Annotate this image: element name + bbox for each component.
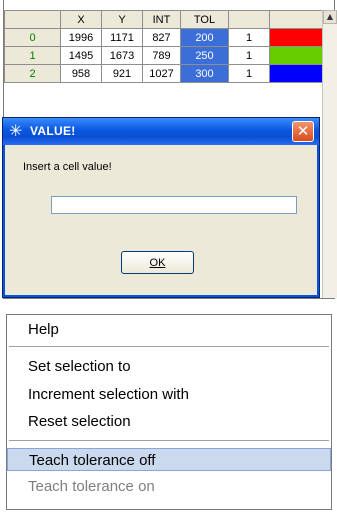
cell-y[interactable]: 921 bbox=[101, 64, 143, 83]
ok-button-label: OK bbox=[149, 256, 166, 269]
cell-color[interactable] bbox=[269, 46, 323, 65]
dialog-body: Insert a cell value! OK bbox=[6, 145, 316, 295]
context-menu: Help Set selection to Increment selectio… bbox=[6, 314, 332, 510]
scroll-up-icon[interactable]: ▲ bbox=[323, 10, 337, 24]
color-swatch bbox=[270, 29, 322, 46]
row-index[interactable]: 1 bbox=[4, 46, 61, 65]
menu-item-increment-selection[interactable]: Increment selection with bbox=[7, 383, 331, 406]
row-index[interactable]: 0 bbox=[4, 28, 61, 47]
menu-separator bbox=[9, 346, 329, 347]
menu-item-reset-selection[interactable]: Reset selection bbox=[7, 410, 331, 433]
menu-item-help[interactable]: Help bbox=[7, 318, 331, 341]
cell-color[interactable] bbox=[269, 64, 323, 83]
cell-int[interactable]: 827 bbox=[142, 28, 181, 47]
cell-tol[interactable]: 300 bbox=[180, 64, 229, 83]
header-cell-y[interactable]: Y bbox=[101, 10, 143, 29]
grid-header-row: X Y INT TOL bbox=[4, 10, 323, 29]
table-row[interactable]: 2 958 921 1027 300 1 bbox=[4, 64, 323, 83]
data-grid: X Y INT TOL 0 1996 1171 827 200 1 1 1495… bbox=[4, 10, 323, 83]
menu-item-teach-tolerance-off[interactable]: Teach tolerance off bbox=[7, 448, 331, 471]
cell-y[interactable]: 1171 bbox=[101, 28, 143, 47]
cell-x[interactable]: 1996 bbox=[60, 28, 102, 47]
header-cell-int[interactable]: INT bbox=[142, 10, 181, 29]
header-cell-index bbox=[4, 10, 61, 29]
menu-item-set-selection[interactable]: Set selection to bbox=[7, 355, 331, 378]
color-swatch bbox=[270, 47, 322, 64]
value-dialog: ✳ VALUE! ✕ Insert a cell value! OK bbox=[2, 117, 320, 298]
grid-panel: X Y INT TOL 0 1996 1171 827 200 1 1 1495… bbox=[0, 0, 337, 300]
cell-tol[interactable]: 200 bbox=[180, 28, 229, 47]
cell-tol[interactable]: 250 bbox=[180, 46, 229, 65]
cell-x[interactable]: 1495 bbox=[60, 46, 102, 65]
dialog-titlebar[interactable]: ✳ VALUE! ✕ bbox=[3, 118, 319, 145]
menu-item-teach-tolerance-on: Teach tolerance on bbox=[28, 478, 155, 495]
header-cell-color[interactable] bbox=[269, 10, 323, 29]
header-cell-tol[interactable]: TOL bbox=[180, 10, 229, 29]
dialog-prompt: Insert a cell value! bbox=[23, 161, 112, 173]
cell-color[interactable] bbox=[269, 28, 323, 47]
cell-int[interactable]: 789 bbox=[142, 46, 181, 65]
header-cell-x[interactable]: X bbox=[60, 10, 102, 29]
app-icon: ✳ bbox=[9, 121, 23, 140]
table-row[interactable]: 1 1495 1673 789 250 1 bbox=[4, 46, 323, 65]
ok-button[interactable]: OK bbox=[121, 251, 194, 274]
cell-6[interactable]: 1 bbox=[228, 28, 270, 47]
cell-6[interactable]: 1 bbox=[228, 46, 270, 65]
close-icon[interactable]: ✕ bbox=[292, 121, 314, 142]
cell-x[interactable]: 958 bbox=[60, 64, 102, 83]
cell-int[interactable]: 1027 bbox=[142, 64, 181, 83]
cell-y[interactable]: 1673 bbox=[101, 46, 143, 65]
color-swatch bbox=[270, 65, 322, 82]
grid-scrollbar[interactable]: ▲ bbox=[322, 10, 337, 298]
value-input[interactable] bbox=[51, 196, 297, 214]
menu-separator bbox=[9, 440, 329, 441]
table-row[interactable]: 0 1996 1171 827 200 1 bbox=[4, 28, 323, 47]
cell-6[interactable]: 1 bbox=[228, 64, 270, 83]
row-index[interactable]: 2 bbox=[4, 64, 61, 83]
dialog-title: VALUE! bbox=[30, 124, 76, 138]
header-cell-6[interactable] bbox=[228, 10, 270, 29]
